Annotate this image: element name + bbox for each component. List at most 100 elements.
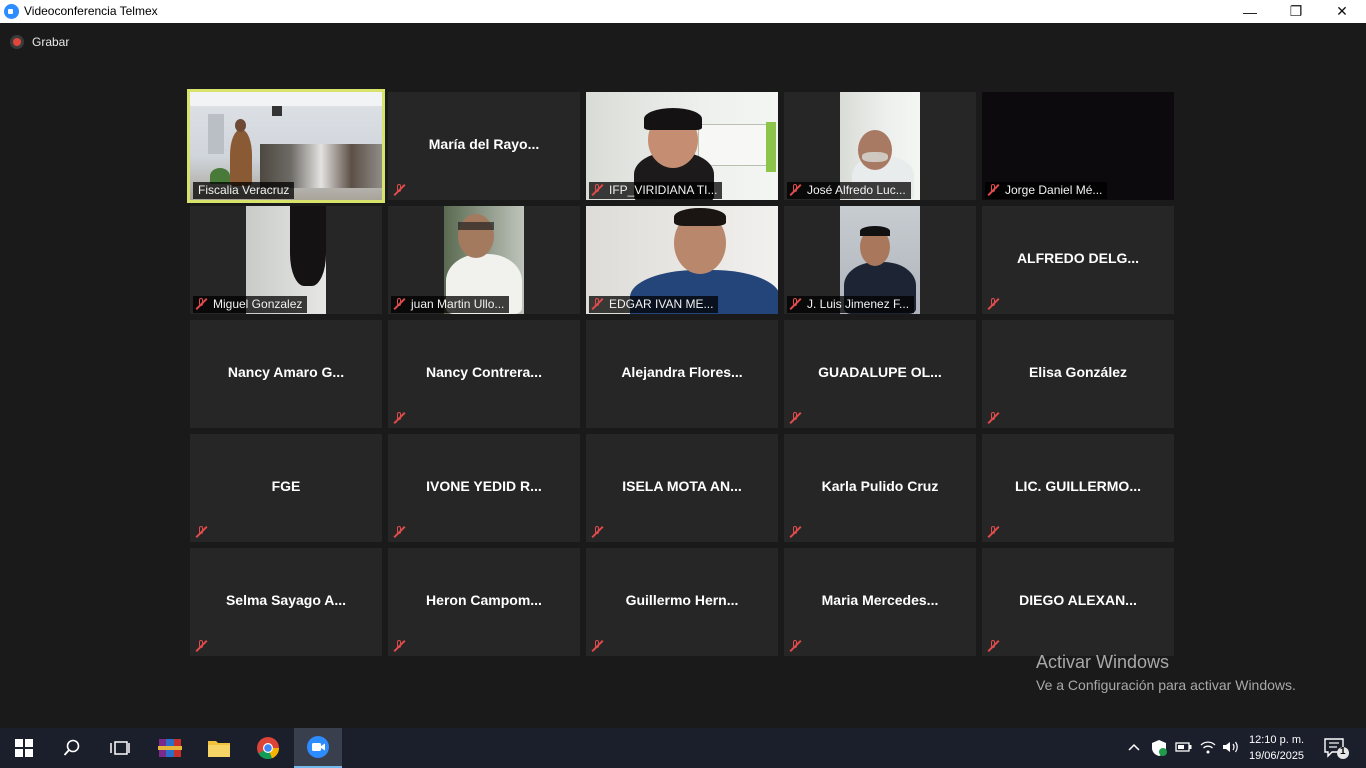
muted-mic-icon: [393, 297, 406, 311]
muted-mic-icon: [195, 525, 208, 539]
participant-tile[interactable]: Heron Campom...: [388, 548, 580, 656]
participant-tile[interactable]: Alejandra Flores...: [586, 320, 778, 428]
restore-button[interactable]: ❐: [1273, 0, 1319, 23]
participant-name: José Alfredo Luc...: [787, 182, 911, 199]
participant-tile[interactable]: ISELA MOTA AN...: [586, 434, 778, 542]
participant-tile[interactable]: Jorge Daniel Mé...: [982, 92, 1174, 200]
muted-mic-icon: [789, 639, 802, 653]
wifi-icon[interactable]: [1200, 740, 1216, 757]
muted-mic-icon: [789, 525, 802, 539]
muted-mic-icon: [195, 297, 208, 311]
participant-tile[interactable]: Maria Mercedes...: [784, 548, 976, 656]
chevron-up-icon[interactable]: [1128, 740, 1140, 755]
winrar-icon[interactable]: [146, 728, 194, 768]
participant-name: ISELA MOTA AN...: [622, 478, 742, 494]
muted-mic-icon: [789, 297, 802, 311]
muted-mic-icon: [789, 183, 802, 197]
participant-tile[interactable]: J. Luis Jimenez F...: [784, 206, 976, 314]
participant-name: Elisa González: [1028, 364, 1128, 380]
title-bar: Videoconferencia Telmex — ❐ ✕: [0, 0, 1366, 23]
muted-mic-icon: [393, 525, 406, 539]
participant-name: Nancy Amaro G...: [227, 364, 345, 380]
close-button[interactable]: ✕: [1319, 0, 1365, 23]
taskbar: 12:10 p. m. 19/06/2025 1: [0, 728, 1366, 768]
participant-name: María del Rayo...: [428, 136, 540, 152]
muted-mic-icon: [789, 411, 802, 425]
participant-tile[interactable]: Selma Sayago A...: [190, 548, 382, 656]
taskbar-clock[interactable]: 12:10 p. m. 19/06/2025: [1249, 732, 1304, 764]
participant-tile[interactable]: Elisa González: [982, 320, 1174, 428]
windows-start-icon[interactable]: [0, 728, 48, 768]
participant-name: Jorge Daniel Mé...: [985, 182, 1108, 199]
participant-tile[interactable]: José Alfredo Luc...: [784, 92, 976, 200]
participant-tile[interactable]: EDGAR IVAN ME...: [586, 206, 778, 314]
record-icon: [10, 35, 24, 49]
muted-mic-icon: [591, 639, 604, 653]
participant-tile[interactable]: FGE: [190, 434, 382, 542]
muted-mic-icon: [987, 411, 1000, 425]
activation-watermark-text: Ve a Configuración para activar Windows.: [1036, 677, 1296, 693]
participant-name: EDGAR IVAN ME...: [589, 296, 719, 313]
muted-mic-icon: [987, 297, 1000, 311]
chrome-icon[interactable]: [244, 728, 292, 768]
participant-name: FGE: [271, 478, 301, 494]
task-view-icon[interactable]: [96, 728, 144, 768]
participant-tile[interactable]: Miguel Gonzalez: [190, 206, 382, 314]
search-icon[interactable]: [48, 728, 96, 768]
participant-name: Heron Campom...: [426, 592, 542, 608]
activation-watermark-title: Activar Windows: [1036, 652, 1170, 672]
muted-mic-icon: [591, 183, 604, 197]
participant-name: Alejandra Flores...: [621, 364, 743, 380]
record-label: Grabar: [32, 35, 70, 49]
clock-date: 19/06/2025: [1249, 750, 1305, 762]
participant-tile[interactable]: juan Martin Ullo...: [388, 206, 580, 314]
app-logo-icon: [4, 4, 19, 19]
participant-name: Guillermo Hern...: [625, 592, 739, 608]
muted-mic-icon: [591, 525, 604, 539]
participant-tile[interactable]: María del Rayo...: [388, 92, 580, 200]
window-title: Videoconferencia Telmex: [24, 4, 158, 18]
participant-name: juan Martin Ullo...: [391, 296, 510, 313]
participant-tile[interactable]: DIEGO ALEXAN...: [982, 548, 1174, 656]
participant-name: Fiscalia Veracruz: [193, 182, 295, 199]
participant-tile[interactable]: Guillermo Hern...: [586, 548, 778, 656]
participant-name: IFP_VIRIDIANA TI...: [589, 182, 723, 199]
participant-tile[interactable]: IFP_VIRIDIANA TI...: [586, 92, 778, 200]
participant-tile[interactable]: ALFREDO DELG...: [982, 206, 1174, 314]
participant-name: GUADALUPE OL...: [818, 364, 942, 380]
muted-mic-icon: [987, 183, 1000, 197]
notification-icon[interactable]: 1: [1324, 738, 1350, 763]
muted-mic-icon: [393, 639, 406, 653]
participant-tile[interactable]: Karla Pulido Cruz: [784, 434, 976, 542]
muted-mic-icon: [591, 297, 604, 311]
participant-name: Karla Pulido Cruz: [821, 478, 939, 494]
participant-name: Maria Mercedes...: [821, 592, 939, 608]
muted-mic-icon: [393, 411, 406, 425]
participant-name: ALFREDO DELG...: [1016, 250, 1140, 266]
muted-mic-icon: [987, 639, 1000, 653]
telmex-video-icon[interactable]: [294, 728, 342, 768]
clock-time: 12:10 p. m.: [1249, 734, 1305, 746]
record-button[interactable]: Grabar: [10, 35, 69, 49]
file-explorer-icon[interactable]: [195, 728, 243, 768]
meeting-toolbar: Grabar: [0, 23, 1366, 63]
muted-mic-icon: [195, 639, 208, 653]
battery-icon[interactable]: [1175, 740, 1193, 757]
speaker-icon[interactable]: [1222, 740, 1240, 757]
participant-tile[interactable]: Nancy Amaro G...: [190, 320, 382, 428]
participant-tile[interactable]: GUADALUPE OL...: [784, 320, 976, 428]
minimize-button[interactable]: —: [1227, 0, 1273, 23]
muted-mic-icon: [393, 183, 406, 197]
participant-tile[interactable]: LIC. GUILLERMO...: [982, 434, 1174, 542]
participant-name: DIEGO ALEXAN...: [1019, 592, 1137, 608]
participant-name: LIC. GUILLERMO...: [1015, 478, 1141, 494]
security-shield-icon[interactable]: [1151, 739, 1167, 760]
participant-tile[interactable]: Nancy Contrera...: [388, 320, 580, 428]
notification-count: 1: [1340, 746, 1346, 757]
participant-name: Nancy Contrera...: [426, 364, 542, 380]
participant-tile[interactable]: Fiscalia Veracruz: [187, 89, 385, 203]
participant-tile[interactable]: IVONE YEDID R...: [388, 434, 580, 542]
participant-name: IVONE YEDID R...: [426, 478, 542, 494]
participant-name: J. Luis Jimenez F...: [787, 296, 915, 313]
participant-name: Miguel Gonzalez: [193, 296, 308, 313]
